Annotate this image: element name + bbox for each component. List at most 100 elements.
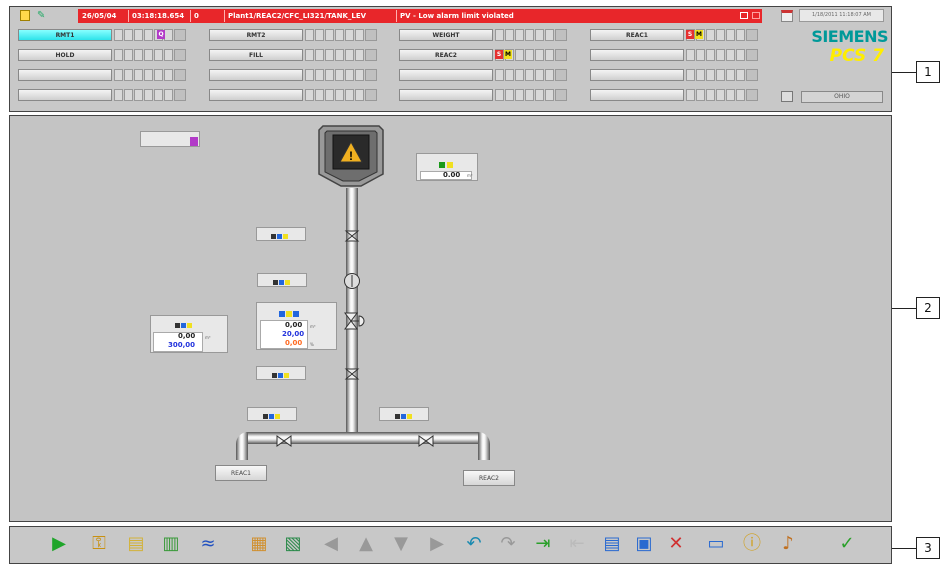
area-button-empty-9[interactable] [590, 89, 684, 101]
back-button[interactable]: ◀ [320, 533, 342, 555]
valve-icon-4[interactable] [418, 432, 434, 447]
left-monitor-block[interactable]: 0,00 m³ 300,00 [150, 315, 228, 353]
brand-logo: SIEMENS [811, 27, 888, 46]
forward-button[interactable]: ▶ [426, 533, 448, 555]
acknowledge-all-button[interactable]: ✓ [836, 533, 858, 555]
group-display-block[interactable] [140, 131, 200, 147]
area-status-cell [505, 29, 514, 41]
key-button[interactable]: ⚿ [88, 533, 110, 555]
trend-button[interactable]: ≈ [197, 533, 219, 555]
up-button[interactable]: ▲ [355, 533, 377, 555]
area-status-cell [134, 89, 143, 101]
product-logo: PCS 7 [829, 46, 884, 66]
horn-off-button[interactable]: ♪ [777, 533, 799, 555]
down-button[interactable]: ▼ [390, 533, 412, 555]
area-button-empty-5[interactable] [590, 69, 684, 81]
area-status-cell [696, 49, 705, 61]
start-button[interactable]: ▶ [48, 533, 70, 555]
valve-block-3[interactable] [247, 407, 297, 421]
area-status-cell [716, 89, 725, 101]
valve-icon-1[interactable] [344, 227, 360, 242]
area-status-cell [736, 89, 745, 101]
area-status-cell [315, 69, 324, 81]
controller-block[interactable]: 0,00 m³ 20,00 0,00 % [256, 302, 337, 350]
area-status-cell [144, 89, 153, 101]
info-button[interactable]: ⓘ [741, 533, 763, 555]
callout-1: 1 [916, 61, 940, 83]
alarm-close-icon[interactable] [752, 12, 760, 19]
area-status-cell [305, 49, 314, 61]
area-button-empty-4[interactable] [399, 69, 493, 81]
acknowledge-icon[interactable]: ✎ [37, 9, 49, 22]
alarm-state: 0 [194, 12, 199, 20]
area-button-reac2[interactable]: REAC2 [399, 49, 493, 61]
area-button-empty-2[interactable] [18, 69, 112, 81]
callout-3: 3 [916, 537, 940, 559]
area-status-cell [726, 29, 735, 41]
area-button-empty-6[interactable] [18, 89, 112, 101]
exit-icon: ⇤ [569, 533, 585, 554]
area-status-cell [726, 49, 735, 61]
enter-button[interactable]: ⇥ [532, 533, 554, 555]
area-button-empty-8[interactable] [399, 89, 493, 101]
area-status-cell [315, 89, 324, 101]
area-status-cell [505, 89, 514, 101]
valve-block-2[interactable] [256, 366, 306, 380]
area-status-cell [335, 89, 344, 101]
area-button-rmt2[interactable]: RMT2 [209, 29, 303, 41]
area-status-cell [706, 89, 715, 101]
control-valve-icon[interactable] [343, 311, 367, 331]
overview-button[interactable]: ▥ [160, 533, 182, 555]
target-reac1[interactable]: REAC1 [215, 465, 267, 481]
alarm-list-icon[interactable] [740, 12, 748, 19]
area-status-cell [716, 69, 725, 81]
valve-block-1[interactable] [256, 227, 306, 241]
alarm-date: 26/05/04 [82, 12, 117, 20]
area-button-empty-1[interactable] [590, 49, 684, 61]
save-picture-button[interactable]: ▤ [601, 533, 623, 555]
target-reac2[interactable]: REAC2 [463, 470, 515, 486]
calendar-icon[interactable] [781, 10, 793, 22]
forward-icon: ▶ [430, 533, 444, 554]
area-status-cell [335, 49, 344, 61]
area-status-cell [716, 49, 725, 61]
area-button-fill[interactable]: FILL [209, 49, 303, 61]
area-status-cell [515, 29, 524, 41]
area-status-cell [134, 49, 143, 61]
server-monitor-icon[interactable] [781, 91, 793, 102]
store-button[interactable]: ▣ [633, 533, 655, 555]
pump-block[interactable] [257, 273, 307, 287]
redo-button[interactable]: ↷ [497, 533, 519, 555]
valve-block-4[interactable] [379, 407, 429, 421]
display-button[interactable]: ▭ [705, 533, 727, 555]
callout-line-1 [892, 72, 916, 73]
pump-icon[interactable] [343, 272, 361, 290]
exit-button[interactable]: ⇤ [566, 533, 588, 555]
picture-tree-button[interactable]: ▧ [282, 533, 304, 555]
valve-icon-3[interactable] [276, 432, 292, 447]
area-button-reac1[interactable]: REAC1 [590, 29, 684, 41]
area-status-cell [144, 49, 153, 61]
folder-button[interactable]: ▤ [125, 533, 147, 555]
level-monitor-block[interactable]: 0.00 m³ [416, 153, 478, 181]
area-status-cell [335, 69, 344, 81]
horn-icon[interactable] [20, 10, 30, 21]
area-status-cell [696, 69, 705, 81]
callout-line-2 [892, 308, 916, 309]
alarm-line[interactable]: 26/05/04 03:18:18.654 0 Plant1/REAC2/CFC… [78, 9, 762, 23]
area-button-empty-3[interactable] [209, 69, 303, 81]
area-status-cell [726, 69, 735, 81]
group-display-badge [190, 137, 198, 146]
area-button-rmt1[interactable]: RMT1 [18, 29, 112, 41]
report-button[interactable]: ▦ [248, 533, 270, 555]
area-status-cell [746, 49, 758, 61]
undo-button[interactable]: ↶ [463, 533, 485, 555]
area-button-weight[interactable]: WEIGHT [399, 29, 493, 41]
area-status-cell [515, 49, 524, 61]
area-status-cell [164, 69, 173, 81]
area-button-hold[interactable]: HOLD [18, 49, 112, 61]
area-button-empty-7[interactable] [209, 89, 303, 101]
valve-icon-2[interactable] [344, 365, 360, 380]
delete-button[interactable]: ✕ [665, 533, 687, 555]
alarm-tag: Plant1/REAC2/CFC_LI321/TANK_LEV [228, 12, 367, 20]
